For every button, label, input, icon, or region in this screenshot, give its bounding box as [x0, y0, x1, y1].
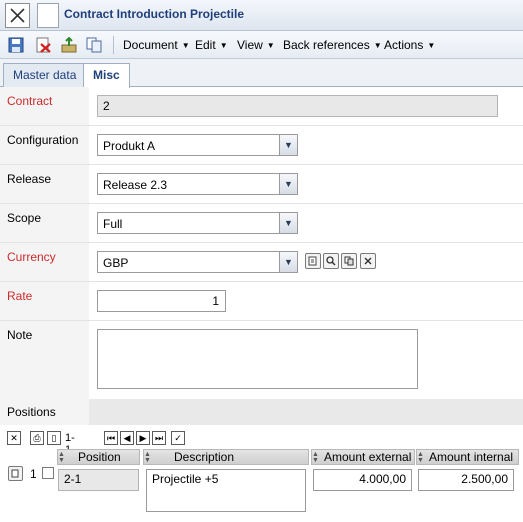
close-icon[interactable]	[5, 3, 30, 28]
menu-document[interactable]: Document ▼	[123, 38, 190, 52]
note-label: Note	[0, 321, 89, 399]
contract-label: Contract	[0, 87, 89, 125]
sort-icon: ▲ ▼	[58, 450, 65, 464]
menu-actions[interactable]: Actions ▼	[384, 38, 435, 52]
check-icon[interactable]: ✓	[171, 431, 185, 445]
contract-field: 2	[97, 95, 498, 117]
toolbar-separator	[113, 36, 114, 54]
row-contract: Contract 2	[0, 87, 523, 126]
row-rate: Rate 1	[0, 282, 523, 321]
chevron-down-icon[interactable]: ▼	[279, 174, 297, 194]
positions-section-header: Positions	[0, 399, 523, 425]
sort-icon: ▲ ▼	[144, 450, 151, 464]
previous-page-icon[interactable]: ◀	[120, 431, 134, 445]
row-checkbox[interactable]	[42, 467, 54, 479]
close-icon[interactable]: ✕	[7, 431, 21, 445]
tab-misc[interactable]: Misc	[83, 63, 130, 88]
page-icon[interactable]: ▯	[47, 431, 61, 445]
configuration-select[interactable]: Produkt A ▼	[97, 134, 298, 156]
release-label: Release	[0, 165, 89, 203]
tab-bar: Master data Misc	[0, 59, 523, 88]
column-header-description[interactable]: ▲ ▼ Description	[143, 449, 309, 465]
scope-label: Scope	[0, 204, 89, 242]
position-cell: 2-1	[58, 469, 139, 491]
title-bar: Contract Introduction Projectile	[0, 0, 523, 31]
release-select[interactable]: Release 2.3 ▼	[97, 173, 298, 195]
amount-external-cell[interactable]: 4.000,00	[313, 469, 412, 491]
copy-icon[interactable]	[85, 36, 103, 54]
chevron-down-icon[interactable]: ▼	[279, 135, 297, 155]
column-header-position[interactable]: ▲ ▼ Position	[57, 449, 140, 465]
scope-select[interactable]: Full ▼	[97, 212, 298, 234]
row-configuration: Configuration Produkt A ▼	[0, 126, 523, 165]
clear-icon[interactable]	[360, 253, 376, 269]
row-currency: Currency GBP ▼	[0, 243, 523, 282]
row-release: Release Release 2.3 ▼	[0, 165, 523, 204]
chevron-down-icon[interactable]: ▼	[279, 252, 297, 272]
note-textarea[interactable]	[97, 329, 418, 389]
edit-row-icon[interactable]	[8, 466, 23, 481]
new-record-icon[interactable]	[305, 253, 321, 269]
menu-back-references[interactable]: Back references ▼	[283, 38, 382, 52]
configuration-label: Configuration	[0, 126, 89, 164]
rate-label: Rate	[0, 282, 89, 320]
currency-select[interactable]: GBP ▼	[97, 251, 298, 273]
search-icon[interactable]	[323, 253, 339, 269]
menu-edit[interactable]: Edit ▼	[195, 38, 228, 52]
sort-icon: ▲ ▼	[417, 450, 424, 464]
toolbar: Document ▼ Edit ▼ View ▼ Back references ▼ A…	[0, 31, 523, 59]
row-scope: Scope Full ▼	[0, 204, 523, 243]
amount-internal-cell[interactable]: 2.500,00	[418, 469, 514, 491]
row-note: Note	[0, 321, 523, 399]
first-page-icon[interactable]: ⏮	[104, 431, 118, 445]
rate-input[interactable]: 1	[97, 290, 226, 312]
save-icon[interactable]	[7, 36, 25, 54]
chevron-down-icon[interactable]: ▼	[279, 213, 297, 233]
menu-view[interactable]: View ▼	[237, 38, 275, 52]
print-icon[interactable]: ⎙	[30, 431, 44, 445]
currency-label: Currency	[0, 243, 89, 281]
next-page-icon[interactable]: ▶	[136, 431, 150, 445]
positions-label: Positions	[0, 399, 89, 425]
column-header-amount-internal[interactable]: ▲ ▼ Amount internal	[416, 449, 519, 465]
document-icon	[37, 3, 59, 28]
copy-icon[interactable]	[341, 253, 357, 269]
column-header-amount-external[interactable]: ▲ ▼ Amount external	[311, 449, 415, 465]
export-icon[interactable]	[60, 36, 78, 54]
delete-icon[interactable]	[34, 36, 52, 54]
window-title: Contract Introduction Projectile	[64, 7, 245, 21]
last-page-icon[interactable]: ⏭	[152, 431, 166, 445]
description-cell[interactable]: Projectile +5	[146, 469, 306, 512]
sort-icon: ▲ ▼	[312, 450, 319, 464]
tab-master-data[interactable]: Master data	[3, 63, 87, 87]
row-index: 1	[30, 467, 37, 481]
